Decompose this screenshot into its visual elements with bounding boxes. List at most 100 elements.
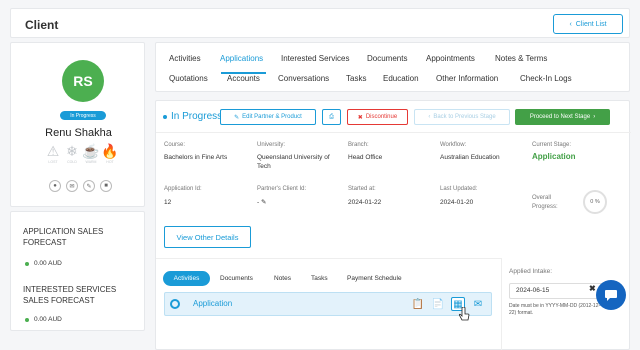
pencil-icon[interactable]: ✎ <box>261 199 266 206</box>
tab-education[interactable]: Education <box>383 74 419 83</box>
print-button[interactable]: ⎙ <box>322 109 341 125</box>
tab-conversations[interactable]: Conversations <box>278 74 329 83</box>
stage-status: In Progress <box>163 111 222 122</box>
application-detail-card: In Progress ✎ Edit Partner & Product ⎙ ✖… <box>155 100 631 350</box>
branch-label: Branch: <box>348 142 369 148</box>
tab-notes-terms[interactable]: Notes & Terms <box>495 54 547 63</box>
current-stage-label: Current Stage: <box>532 142 572 148</box>
clipboard-icon[interactable]: 📋 <box>411 297 425 311</box>
edit-icon[interactable]: ✎ <box>83 180 95 192</box>
intake-format-note: Date must be in YYYY-MM-DD (2012-12-22) … <box>509 303 601 316</box>
course-value: Bachelors in Fine Arts <box>164 154 228 161</box>
proceed-next-stage-button[interactable]: Proceed to Next Stage › <box>515 109 610 125</box>
university-label: University: <box>257 142 286 148</box>
tab-applications[interactable]: Applications <box>220 54 263 63</box>
document-icon[interactable]: 📄 <box>431 297 445 311</box>
tab-accounts[interactable]: Accounts <box>227 74 260 83</box>
edit-partner-product-button[interactable]: ✎ Edit Partner & Product <box>220 109 316 125</box>
tab-check-in-logs[interactable]: Check-In Logs <box>520 74 572 83</box>
chat-support-button[interactable] <box>596 280 626 310</box>
tab-interested-services[interactable]: Interested Services <box>281 54 349 63</box>
tab-appointments[interactable]: Appointments <box>426 54 475 63</box>
message-icon[interactable]: ■ <box>100 180 112 192</box>
subtab-documents[interactable]: Documents <box>220 271 253 286</box>
forecast-amount: 0.00 <box>34 316 47 323</box>
application-id-label: Application Id: <box>164 186 202 192</box>
clear-icon[interactable]: ✖ <box>589 284 596 293</box>
stage-circle-icon <box>170 299 180 309</box>
chevron-left-icon: ‹ <box>569 20 572 28</box>
started-at-value: 2024-01-22 <box>348 199 382 206</box>
proceed-next-stage-label: Proceed to Next Stage <box>529 114 591 120</box>
rating-lost[interactable]: ⚠ LOST <box>45 144 61 164</box>
profile-actions: ● ✉ ✎ ■ <box>49 180 112 192</box>
forecast-amount: 0.00 <box>34 260 47 267</box>
forecast-title: INTERESTED SERVICES SALES FORECAST <box>23 285 117 305</box>
branch-value: Head Office <box>348 154 383 161</box>
tab-quotations[interactable]: Quotations <box>169 74 208 83</box>
status-dot-icon <box>163 114 167 119</box>
chevron-left-icon: ‹ <box>428 114 431 120</box>
last-updated-label: Last Updated: <box>440 186 478 192</box>
printer-icon: ⎙ <box>329 113 334 120</box>
rating-label: WARM <box>85 160 97 164</box>
chevron-right-icon: › <box>593 114 596 120</box>
partner-client-id-value: - ✎ <box>257 198 266 207</box>
course-label: Course: <box>164 142 186 148</box>
client-list-button[interactable]: ‹ Client List <box>553 14 623 34</box>
tab-tasks[interactable]: Tasks <box>346 74 366 83</box>
status-badge: In Progress <box>60 111 106 120</box>
subtab-notes[interactable]: Notes <box>274 271 291 286</box>
tab-activities[interactable]: Activities <box>169 54 201 63</box>
mail-icon[interactable]: ✉ <box>471 297 485 311</box>
started-at-label: Started at: <box>348 186 376 192</box>
stage-status-label: In Progress <box>171 111 223 122</box>
forecast-title: APPLICATION SALES FORECAST <box>23 227 104 247</box>
view-other-details-button[interactable]: View Other Details <box>164 226 251 248</box>
chat-icon[interactable]: ● <box>49 180 61 192</box>
subtab-tasks[interactable]: Tasks <box>311 271 328 286</box>
application-stage-row[interactable]: Application 📋 📄 ▦ ✉ <box>164 292 492 316</box>
forecast-currency: AUD <box>48 316 62 323</box>
rating-hot[interactable]: 🔥 HOT <box>101 143 119 164</box>
subtab-activities[interactable]: Activities <box>163 271 210 286</box>
hand-cursor-icon <box>458 307 470 321</box>
client-name: Renu Shakha <box>45 127 112 139</box>
partner-client-id-label: Partner's Client Id: <box>257 186 307 192</box>
forecast-currency: AUD <box>48 260 62 267</box>
status-dot-icon <box>25 317 29 322</box>
tab-other-information[interactable]: Other Information <box>436 74 498 83</box>
flame-icon: 🔥 <box>101 143 119 159</box>
rating-warm[interactable]: ☕ WARM <box>82 144 99 164</box>
back-to-previous-stage-button[interactable]: ‹ Back to Previous Stage <box>414 109 510 125</box>
university-value: Queensland University of Tech <box>257 154 330 170</box>
close-icon: ✖ <box>357 114 363 121</box>
status-dot-icon <box>25 261 29 266</box>
application-row-title: Application <box>193 299 233 308</box>
forecast-value: 0.00 AUD <box>25 260 62 267</box>
rating-cold[interactable]: ❄ COLD <box>64 144 80 164</box>
edit-partner-product-label: Edit Partner & Product <box>242 114 302 120</box>
pencil-icon: ✎ <box>234 114 240 121</box>
client-list-label: Client List <box>575 20 607 28</box>
overall-progress-label: Overall Progress: <box>532 195 558 210</box>
tab-documents[interactable]: Documents <box>367 54 407 63</box>
discontinue-label: Discontinue <box>365 114 398 120</box>
workflow-label: Workflow: <box>440 142 467 148</box>
subtab-payment-schedule[interactable]: Payment Schedule <box>347 271 402 286</box>
warning-icon: ⚠ <box>46 143 60 159</box>
rating-label: LOST <box>48 160 58 164</box>
discontinue-button[interactable]: ✖ Discontinue <box>347 109 408 125</box>
rating-label: COLD <box>67 160 77 164</box>
rating-label: HOT <box>106 160 114 164</box>
application-id-value: 12 <box>164 199 172 206</box>
applied-intake-label: Applied Intake: <box>509 268 553 275</box>
client-tabs: Activities Applications Interested Servi… <box>155 42 630 92</box>
back-to-previous-stage-label: Back to Previous Stage <box>433 114 496 120</box>
page-title: Client <box>25 18 59 32</box>
workflow-value: Australian Education <box>440 154 500 161</box>
current-stage-value: Application <box>532 152 576 161</box>
temperature-ratings: ⚠ LOST ❄ COLD ☕ WARM 🔥 HOT <box>45 143 119 164</box>
mail-icon[interactable]: ✉ <box>66 180 78 192</box>
client-profile-card: RS In Progress Renu Shakha ⚠ LOST ❄ COLD… <box>10 42 145 207</box>
